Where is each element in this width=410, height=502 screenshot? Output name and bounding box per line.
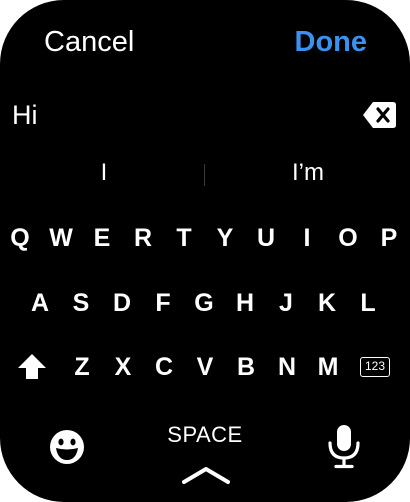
backspace-icon[interactable]: [362, 100, 398, 130]
watch-screen: Cancel Done Hi I I’m Q W E R T Y U I O P…: [0, 0, 410, 502]
key-x[interactable]: X: [105, 345, 141, 389]
key-i[interactable]: I: [289, 216, 325, 260]
key-u[interactable]: U: [248, 216, 284, 260]
key-e[interactable]: E: [84, 216, 120, 260]
key-n[interactable]: N: [269, 345, 305, 389]
key-s[interactable]: S: [63, 281, 99, 325]
key-o[interactable]: O: [330, 216, 366, 260]
text-input-value[interactable]: Hi: [12, 100, 38, 131]
suggestion-item[interactable]: I: [72, 159, 136, 187]
numbers-key[interactable]: 123: [360, 357, 390, 377]
key-q[interactable]: Q: [2, 216, 38, 260]
key-d[interactable]: D: [104, 281, 140, 325]
key-c[interactable]: C: [146, 345, 182, 389]
cancel-button[interactable]: Cancel: [44, 26, 134, 59]
key-j[interactable]: J: [268, 281, 304, 325]
key-y[interactable]: Y: [207, 216, 243, 260]
key-h[interactable]: H: [227, 281, 263, 325]
key-m[interactable]: M: [310, 345, 346, 389]
key-k[interactable]: K: [309, 281, 345, 325]
done-button[interactable]: Done: [295, 26, 368, 59]
keyboard-row-1: Q W E R T Y U I O P: [0, 216, 410, 264]
suggestion-divider: [204, 164, 205, 186]
top-bar: Cancel Done: [0, 0, 410, 90]
chevron-up-icon[interactable]: [180, 464, 232, 486]
shift-arrow-icon[interactable]: [16, 351, 48, 383]
suggestion-item[interactable]: I’m: [276, 159, 340, 187]
key-g[interactable]: G: [186, 281, 222, 325]
keyboard-row-2: A S D F G H J K L: [0, 281, 410, 329]
suggestion-bar: I I’m: [0, 154, 410, 194]
key-b[interactable]: B: [228, 345, 264, 389]
microphone-icon[interactable]: [326, 423, 362, 469]
key-w[interactable]: W: [43, 216, 79, 260]
key-p[interactable]: P: [371, 216, 407, 260]
key-t[interactable]: T: [166, 216, 202, 260]
space-key[interactable]: SPACE: [150, 422, 260, 450]
key-z[interactable]: Z: [64, 345, 100, 389]
key-f[interactable]: F: [145, 281, 181, 325]
key-l[interactable]: L: [350, 281, 386, 325]
smiley-emoji-icon[interactable]: [47, 427, 87, 467]
key-r[interactable]: R: [125, 216, 161, 260]
key-v[interactable]: V: [187, 345, 223, 389]
keyboard-row-3: Z X C V B N M 123: [0, 345, 410, 393]
key-a[interactable]: A: [22, 281, 58, 325]
